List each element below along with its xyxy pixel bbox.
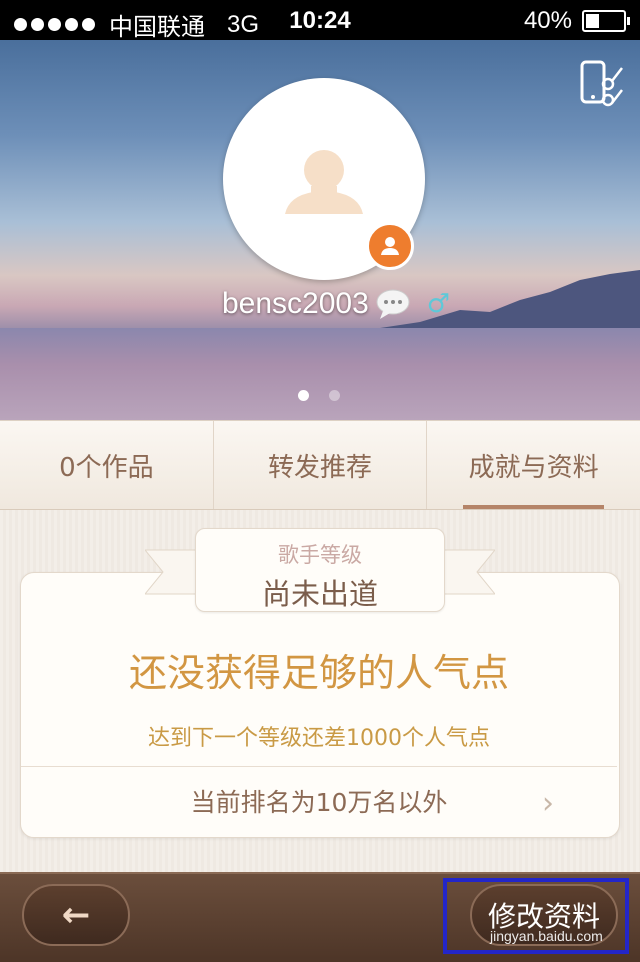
back-button[interactable]: ← <box>22 884 130 946</box>
battery-icon <box>582 10 630 32</box>
status-bar: 中国联通 3G 10:24 40% <box>0 0 640 41</box>
status-right: 40% <box>523 7 630 35</box>
username-row: bensc2003 ♂ <box>222 287 450 321</box>
watermark: jingyan.baidu.com <box>490 928 603 944</box>
back-arrow-icon: ← <box>61 895 91 935</box>
chevron-right-icon: › <box>542 786 554 821</box>
male-gender-icon: ♂ <box>426 289 451 319</box>
next-level-hint: 达到下一个等级还差1000个人气点 <box>148 726 490 751</box>
singer-level-box: 歌手等级 尚未出道 <box>195 528 445 612</box>
singer-level-value: 尚未出道 <box>261 577 378 611</box>
username: bensc2003 <box>222 287 369 320</box>
tab-works[interactable]: 0个作品 <box>0 421 214 509</box>
popularity-headline: 还没获得足够的人气点 <box>128 651 509 695</box>
tab-achievements[interactable]: 成就与资料 <box>427 421 640 509</box>
ranking-text: 当前排名为10万名以外 <box>190 788 448 817</box>
tab-reposts[interactable]: 转发推荐 <box>214 421 428 509</box>
message-bubble-icon[interactable] <box>375 288 411 320</box>
battery-fill <box>586 14 599 28</box>
page-dot[interactable] <box>298 390 309 401</box>
battery-percent: 40% <box>523 7 572 34</box>
sea-background <box>0 328 640 420</box>
singer-level-label: 歌手等级 <box>278 543 362 567</box>
page-dot[interactable] <box>329 390 340 401</box>
profile-tabs: 0个作品 转发推荐 成就与资料 <box>0 420 640 510</box>
user-icon <box>381 237 399 255</box>
ranking-row[interactable]: 当前排名为10万名以外 <box>21 767 617 835</box>
avatar-edit-badge[interactable] <box>366 222 414 270</box>
page-indicator <box>298 390 340 401</box>
share-phone-icon[interactable] <box>578 60 624 108</box>
